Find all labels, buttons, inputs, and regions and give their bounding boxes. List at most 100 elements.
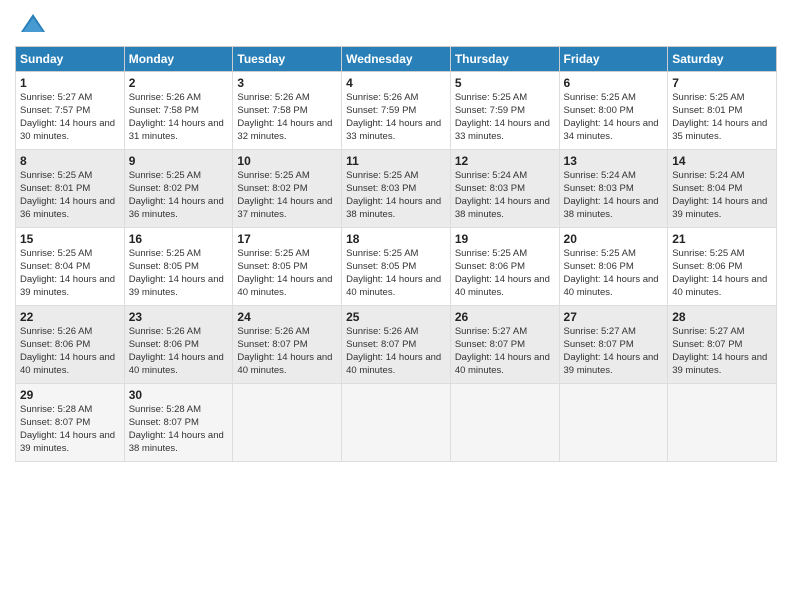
- day-info: Sunrise: 5:25 AMSunset: 8:00 PMDaylight:…: [564, 92, 659, 141]
- day-header-wednesday: Wednesday: [342, 47, 451, 72]
- day-cell: 6Sunrise: 5:25 AMSunset: 8:00 PMDaylight…: [559, 72, 668, 150]
- day-number: 7: [672, 75, 772, 91]
- week-row-5: 29Sunrise: 5:28 AMSunset: 8:07 PMDayligh…: [16, 384, 777, 462]
- day-info: Sunrise: 5:25 AMSunset: 8:05 PMDaylight:…: [129, 248, 224, 297]
- day-number: 15: [20, 231, 120, 247]
- day-info: Sunrise: 5:25 AMSunset: 8:02 PMDaylight:…: [237, 170, 332, 219]
- day-info: Sunrise: 5:25 AMSunset: 8:01 PMDaylight:…: [672, 92, 767, 141]
- day-cell: 15Sunrise: 5:25 AMSunset: 8:04 PMDayligh…: [16, 228, 125, 306]
- day-header-sunday: Sunday: [16, 47, 125, 72]
- day-number: 18: [346, 231, 446, 247]
- day-number: 1: [20, 75, 120, 91]
- day-number: 13: [564, 153, 664, 169]
- day-number: 4: [346, 75, 446, 91]
- day-info: Sunrise: 5:25 AMSunset: 8:03 PMDaylight:…: [346, 170, 441, 219]
- week-row-4: 22Sunrise: 5:26 AMSunset: 8:06 PMDayligh…: [16, 306, 777, 384]
- day-number: 28: [672, 309, 772, 325]
- logo-icon: [19, 10, 47, 38]
- day-cell: 16Sunrise: 5:25 AMSunset: 8:05 PMDayligh…: [124, 228, 233, 306]
- day-number: 23: [129, 309, 229, 325]
- day-header-saturday: Saturday: [668, 47, 777, 72]
- day-header-friday: Friday: [559, 47, 668, 72]
- day-cell: 24Sunrise: 5:26 AMSunset: 8:07 PMDayligh…: [233, 306, 342, 384]
- day-number: 26: [455, 309, 555, 325]
- day-cell: 29Sunrise: 5:28 AMSunset: 8:07 PMDayligh…: [16, 384, 125, 462]
- day-info: Sunrise: 5:26 AMSunset: 8:06 PMDaylight:…: [129, 326, 224, 375]
- day-number: 24: [237, 309, 337, 325]
- day-info: Sunrise: 5:28 AMSunset: 8:07 PMDaylight:…: [20, 404, 115, 453]
- day-cell: [559, 384, 668, 462]
- day-number: 21: [672, 231, 772, 247]
- week-row-3: 15Sunrise: 5:25 AMSunset: 8:04 PMDayligh…: [16, 228, 777, 306]
- day-cell: 25Sunrise: 5:26 AMSunset: 8:07 PMDayligh…: [342, 306, 451, 384]
- day-cell: [668, 384, 777, 462]
- week-row-2: 8Sunrise: 5:25 AMSunset: 8:01 PMDaylight…: [16, 150, 777, 228]
- logo: [15, 10, 47, 38]
- day-cell: 19Sunrise: 5:25 AMSunset: 8:06 PMDayligh…: [450, 228, 559, 306]
- day-cell: 22Sunrise: 5:26 AMSunset: 8:06 PMDayligh…: [16, 306, 125, 384]
- day-number: 9: [129, 153, 229, 169]
- day-number: 16: [129, 231, 229, 247]
- day-cell: 2Sunrise: 5:26 AMSunset: 7:58 PMDaylight…: [124, 72, 233, 150]
- day-info: Sunrise: 5:25 AMSunset: 8:05 PMDaylight:…: [237, 248, 332, 297]
- day-info: Sunrise: 5:28 AMSunset: 8:07 PMDaylight:…: [129, 404, 224, 453]
- day-info: Sunrise: 5:26 AMSunset: 7:58 PMDaylight:…: [129, 92, 224, 141]
- day-number: 3: [237, 75, 337, 91]
- day-info: Sunrise: 5:26 AMSunset: 8:07 PMDaylight:…: [237, 326, 332, 375]
- day-number: 8: [20, 153, 120, 169]
- day-info: Sunrise: 5:27 AMSunset: 8:07 PMDaylight:…: [455, 326, 550, 375]
- day-cell: 5Sunrise: 5:25 AMSunset: 7:59 PMDaylight…: [450, 72, 559, 150]
- day-info: Sunrise: 5:27 AMSunset: 8:07 PMDaylight:…: [672, 326, 767, 375]
- day-info: Sunrise: 5:25 AMSunset: 8:05 PMDaylight:…: [346, 248, 441, 297]
- day-info: Sunrise: 5:25 AMSunset: 8:06 PMDaylight:…: [455, 248, 550, 297]
- day-cell: 4Sunrise: 5:26 AMSunset: 7:59 PMDaylight…: [342, 72, 451, 150]
- day-cell: [233, 384, 342, 462]
- day-cell: [342, 384, 451, 462]
- day-number: 17: [237, 231, 337, 247]
- day-info: Sunrise: 5:25 AMSunset: 8:06 PMDaylight:…: [672, 248, 767, 297]
- day-cell: 1Sunrise: 5:27 AMSunset: 7:57 PMDaylight…: [16, 72, 125, 150]
- day-cell: 18Sunrise: 5:25 AMSunset: 8:05 PMDayligh…: [342, 228, 451, 306]
- day-cell: 30Sunrise: 5:28 AMSunset: 8:07 PMDayligh…: [124, 384, 233, 462]
- day-header-thursday: Thursday: [450, 47, 559, 72]
- day-info: Sunrise: 5:25 AMSunset: 8:01 PMDaylight:…: [20, 170, 115, 219]
- day-cell: 21Sunrise: 5:25 AMSunset: 8:06 PMDayligh…: [668, 228, 777, 306]
- day-number: 14: [672, 153, 772, 169]
- day-cell: 8Sunrise: 5:25 AMSunset: 8:01 PMDaylight…: [16, 150, 125, 228]
- day-info: Sunrise: 5:26 AMSunset: 8:06 PMDaylight:…: [20, 326, 115, 375]
- day-number: 27: [564, 309, 664, 325]
- day-cell: 13Sunrise: 5:24 AMSunset: 8:03 PMDayligh…: [559, 150, 668, 228]
- day-info: Sunrise: 5:24 AMSunset: 8:03 PMDaylight:…: [564, 170, 659, 219]
- day-number: 25: [346, 309, 446, 325]
- calendar-table: SundayMondayTuesdayWednesdayThursdayFrid…: [15, 46, 777, 462]
- day-cell: 3Sunrise: 5:26 AMSunset: 7:58 PMDaylight…: [233, 72, 342, 150]
- day-cell: [450, 384, 559, 462]
- day-cell: 12Sunrise: 5:24 AMSunset: 8:03 PMDayligh…: [450, 150, 559, 228]
- day-number: 6: [564, 75, 664, 91]
- page: SundayMondayTuesdayWednesdayThursdayFrid…: [0, 0, 792, 612]
- day-number: 20: [564, 231, 664, 247]
- day-cell: 14Sunrise: 5:24 AMSunset: 8:04 PMDayligh…: [668, 150, 777, 228]
- day-number: 19: [455, 231, 555, 247]
- day-cell: 7Sunrise: 5:25 AMSunset: 8:01 PMDaylight…: [668, 72, 777, 150]
- day-info: Sunrise: 5:25 AMSunset: 8:06 PMDaylight:…: [564, 248, 659, 297]
- day-cell: 28Sunrise: 5:27 AMSunset: 8:07 PMDayligh…: [668, 306, 777, 384]
- day-cell: 26Sunrise: 5:27 AMSunset: 8:07 PMDayligh…: [450, 306, 559, 384]
- day-info: Sunrise: 5:26 AMSunset: 8:07 PMDaylight:…: [346, 326, 441, 375]
- day-info: Sunrise: 5:26 AMSunset: 7:58 PMDaylight:…: [237, 92, 332, 141]
- day-number: 10: [237, 153, 337, 169]
- day-info: Sunrise: 5:27 AMSunset: 8:07 PMDaylight:…: [564, 326, 659, 375]
- day-info: Sunrise: 5:27 AMSunset: 7:57 PMDaylight:…: [20, 92, 115, 141]
- day-info: Sunrise: 5:25 AMSunset: 8:02 PMDaylight:…: [129, 170, 224, 219]
- day-cell: 17Sunrise: 5:25 AMSunset: 8:05 PMDayligh…: [233, 228, 342, 306]
- day-cell: 10Sunrise: 5:25 AMSunset: 8:02 PMDayligh…: [233, 150, 342, 228]
- day-cell: 23Sunrise: 5:26 AMSunset: 8:06 PMDayligh…: [124, 306, 233, 384]
- day-info: Sunrise: 5:25 AMSunset: 8:04 PMDaylight:…: [20, 248, 115, 297]
- header-row: SundayMondayTuesdayWednesdayThursdayFrid…: [16, 47, 777, 72]
- header: [15, 10, 777, 38]
- day-cell: 20Sunrise: 5:25 AMSunset: 8:06 PMDayligh…: [559, 228, 668, 306]
- week-row-1: 1Sunrise: 5:27 AMSunset: 7:57 PMDaylight…: [16, 72, 777, 150]
- day-info: Sunrise: 5:24 AMSunset: 8:04 PMDaylight:…: [672, 170, 767, 219]
- day-header-monday: Monday: [124, 47, 233, 72]
- day-cell: 11Sunrise: 5:25 AMSunset: 8:03 PMDayligh…: [342, 150, 451, 228]
